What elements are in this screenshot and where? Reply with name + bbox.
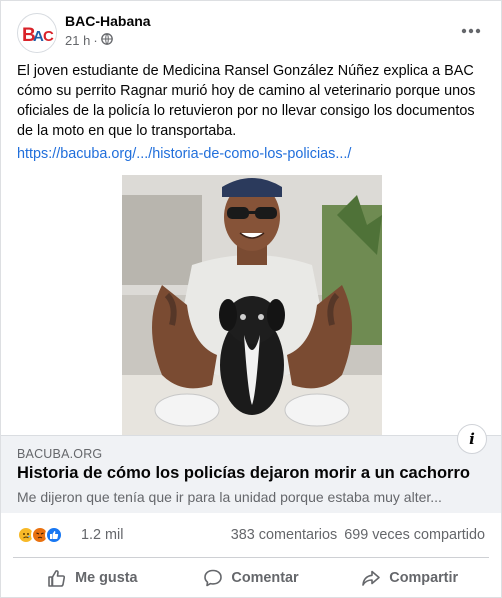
- comment-label: Comentar: [231, 569, 299, 586]
- link-preview[interactable]: i BACUBA.ORG Historia de cómo los policí…: [1, 424, 501, 513]
- engagement-stats: 1.2 mil 383 comentarios 699 veces compar…: [1, 513, 501, 557]
- preview-headline[interactable]: Historia de cómo los policías dejaron mo…: [17, 464, 470, 483]
- meta-separator: ·: [93, 33, 98, 48]
- reaction-icons[interactable]: [17, 526, 63, 544]
- avatar[interactable]: B A C: [17, 13, 57, 53]
- preview-domain: BACUBA.ORG: [17, 447, 103, 461]
- share-label: Compartir: [389, 569, 459, 586]
- like-label: Me gusta: [75, 569, 138, 586]
- post-header: B A C BAC-Habana 21 h ·: [1, 1, 501, 57]
- globe-icon: [100, 33, 113, 48]
- action-bar: Me gusta Comentar Compartir: [13, 557, 489, 597]
- preview-photo[interactable]: [122, 175, 382, 435]
- more-options-icon[interactable]: [459, 19, 483, 43]
- shares-count[interactable]: 699 veces compartido: [344, 527, 485, 543]
- like-button[interactable]: Me gusta: [13, 558, 172, 597]
- post-meta: 21 h ·: [65, 33, 113, 48]
- photo-man-with-dog: [122, 175, 382, 435]
- info-icon[interactable]: i: [457, 424, 487, 454]
- comment-icon: [204, 569, 223, 586]
- comment-share-counts: 383 comentarios 699 veces compartido: [231, 527, 485, 543]
- like-reaction-icon: [45, 526, 63, 544]
- share-button[interactable]: Compartir: [330, 558, 489, 597]
- preview-description: Me dijeron que tenía que ir para la unid…: [17, 489, 442, 505]
- comment-button[interactable]: Comentar: [172, 558, 331, 597]
- post-text: El joven estudiante de Medicina Ransel G…: [17, 63, 476, 139]
- comments-count[interactable]: 383 comentarios: [231, 527, 337, 543]
- post-link[interactable]: https://bacuba.org/.../historia-de-como-…: [17, 146, 351, 162]
- post-card: B A C BAC-Habana 21 h · El joven estudia…: [0, 0, 502, 598]
- post-time[interactable]: 21 h: [65, 33, 90, 48]
- preview-image-area[interactable]: [1, 175, 501, 435]
- thumbs-up-icon: [48, 569, 66, 587]
- svg-text:C: C: [43, 28, 54, 45]
- share-icon: [362, 570, 381, 586]
- reaction-count[interactable]: 1.2 mil: [81, 527, 123, 543]
- page-name[interactable]: BAC-Habana: [65, 13, 151, 29]
- bac-logo-icon: B A C: [19, 15, 56, 52]
